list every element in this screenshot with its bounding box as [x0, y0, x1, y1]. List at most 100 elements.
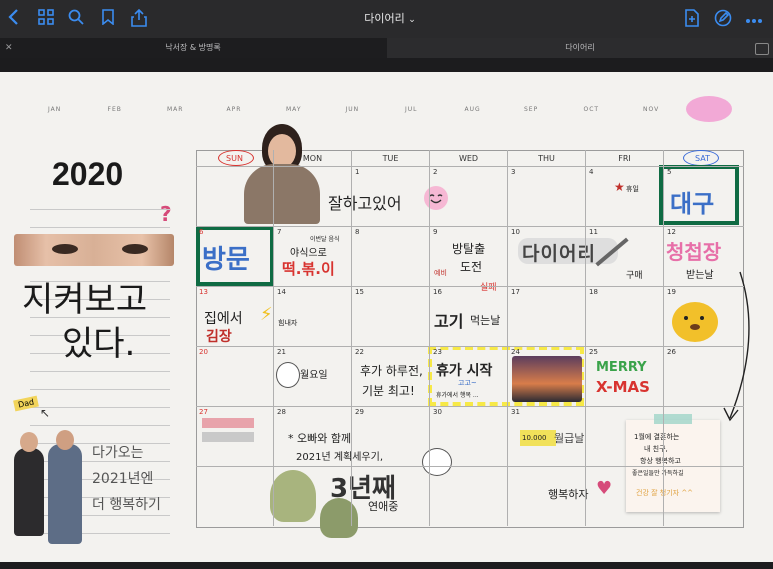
- coming-text-1: 다가오는: [92, 445, 144, 461]
- day-off-note: 월요일: [300, 370, 328, 381]
- washi-tape: [654, 414, 692, 424]
- food-small-note: 이번달 음식: [310, 236, 340, 243]
- back-chevron-icon[interactable]: [4, 9, 24, 29]
- month-may[interactable]: MAY: [286, 106, 301, 113]
- day-number[interactable]: 5: [667, 168, 671, 176]
- month-jul[interactable]: JUL: [405, 106, 418, 113]
- day-number[interactable]: 31: [511, 408, 520, 416]
- meat-note-1: 고기: [434, 312, 464, 331]
- couple-photo-heart-1: [270, 470, 316, 522]
- rest-note: 휴일: [626, 185, 639, 193]
- weekday-sat: SAT: [695, 154, 710, 163]
- search-icon[interactable]: [66, 9, 86, 29]
- smiley-face-icon: [424, 186, 448, 210]
- tape-sticker: [202, 432, 254, 442]
- month-apr[interactable]: APR: [227, 106, 242, 113]
- day-number[interactable]: 17: [511, 288, 520, 296]
- heart-icon: ♥: [596, 478, 613, 499]
- plan-note-2: 2021년 계획세우기,: [296, 452, 384, 463]
- day-number[interactable]: 28: [277, 408, 286, 416]
- day-number[interactable]: 27: [199, 408, 208, 416]
- selected-month-highlight: [686, 96, 732, 122]
- day-number[interactable]: 12: [667, 228, 676, 236]
- vacation-start-note: 휴가 시작: [436, 363, 493, 379]
- weekday-tue: TUE: [382, 154, 399, 163]
- day-number[interactable]: 16: [433, 288, 442, 296]
- day-number[interactable]: 14: [277, 288, 286, 296]
- memo-line-3: 항상 행복하고: [640, 457, 681, 465]
- day-number[interactable]: 21: [277, 348, 286, 356]
- day-number[interactable]: 10: [511, 228, 520, 236]
- day-number[interactable]: 2: [433, 168, 437, 176]
- day-number[interactable]: 1: [355, 168, 359, 176]
- lightning-icon: ⚡: [260, 304, 273, 325]
- memo-line-5: 건강 잘 챙기자 ^^: [636, 489, 694, 497]
- day-number[interactable]: 9: [433, 228, 437, 236]
- grid-column-line: [585, 150, 586, 526]
- day-number[interactable]: 11: [589, 228, 598, 236]
- month-jan[interactable]: JAN: [48, 106, 61, 113]
- month-aug[interactable]: AUG: [465, 106, 481, 113]
- month-nov[interactable]: NOV: [643, 106, 659, 113]
- bunny-sticker-2: [422, 448, 452, 476]
- daegu-note: 대구: [670, 190, 715, 218]
- couple-photo-heart-2: [320, 498, 358, 538]
- day-number[interactable]: 23: [433, 348, 442, 356]
- tab-label: 낙서장 & 방명록: [165, 43, 221, 52]
- diary-page: JANFEBMARAPRMAYJUNJULAUGSEPOCTNOVDEC 202…: [0, 72, 773, 562]
- day-number[interactable]: 4: [589, 168, 593, 176]
- grid-column-line: [507, 150, 508, 526]
- month-feb[interactable]: FEB: [108, 106, 122, 113]
- coming-text-2: 2021년엔: [92, 471, 154, 487]
- wedding-note-1: 청첩장: [666, 240, 722, 264]
- document-title[interactable]: 다이어리 ⌄: [340, 10, 440, 26]
- vacation-blue-note: 고고~: [458, 379, 477, 387]
- day-number[interactable]: 29: [355, 408, 364, 416]
- new-page-icon[interactable]: [682, 9, 702, 29]
- day-number[interactable]: 26: [667, 348, 676, 356]
- edit-pen-icon[interactable]: [713, 9, 733, 29]
- day-number[interactable]: 20: [199, 348, 208, 356]
- escape-room-note-2: 도전: [460, 260, 483, 274]
- dating-note: 연애중: [368, 500, 399, 513]
- grid-icon[interactable]: [36, 9, 56, 29]
- tape-sticker: [202, 418, 254, 428]
- month-mar[interactable]: MAR: [167, 106, 183, 113]
- day-number[interactable]: 7: [277, 228, 281, 236]
- grid-column-line: [429, 150, 430, 526]
- day-number[interactable]: 3: [511, 168, 515, 176]
- watching-text-line1: 지켜보고: [22, 280, 148, 320]
- grid-row-line: [196, 166, 744, 167]
- day-number[interactable]: 8: [355, 228, 359, 236]
- day-number[interactable]: 30: [433, 408, 442, 416]
- coming-text-3: 더 행복하기: [92, 497, 161, 513]
- month-sep[interactable]: SEP: [524, 106, 538, 113]
- share-icon[interactable]: [129, 8, 149, 29]
- tab-diary[interactable]: 다이어리: [387, 38, 773, 58]
- day-number[interactable]: 22: [355, 348, 364, 356]
- grid-row-line: [196, 406, 744, 407]
- watching-text-line2: 있다.: [62, 324, 136, 364]
- month-jun[interactable]: JUN: [346, 106, 360, 113]
- kimjang-note-1: 집에서: [204, 311, 243, 327]
- split-view-icon[interactable]: [755, 43, 769, 55]
- day-number[interactable]: 25: [589, 348, 598, 356]
- weekday-sun: SUN: [226, 154, 243, 163]
- memo-line-2: 내 친구,: [644, 445, 668, 453]
- curved-arrow-icon: [723, 271, 750, 422]
- day-number[interactable]: 13: [199, 288, 208, 296]
- day-number[interactable]: 24: [511, 348, 520, 356]
- grid-row-line: [196, 286, 744, 287]
- more-icon[interactable]: [744, 9, 764, 29]
- weekday-wed: WED: [458, 154, 479, 163]
- day-number[interactable]: 19: [667, 288, 676, 296]
- bookmark-icon[interactable]: [98, 9, 118, 29]
- month-oct[interactable]: OCT: [584, 106, 600, 113]
- vacation-eve-note-1: 후가 하루전,: [360, 364, 423, 378]
- day-number[interactable]: 15: [355, 288, 364, 296]
- kimjang-note-2: 김장: [206, 329, 232, 345]
- day-number[interactable]: 6: [199, 228, 203, 236]
- tab-guestbook[interactable]: 낙서장 & 방명록: [0, 38, 386, 58]
- day-number[interactable]: 18: [589, 288, 598, 296]
- merry-note: MERRY: [596, 360, 647, 375]
